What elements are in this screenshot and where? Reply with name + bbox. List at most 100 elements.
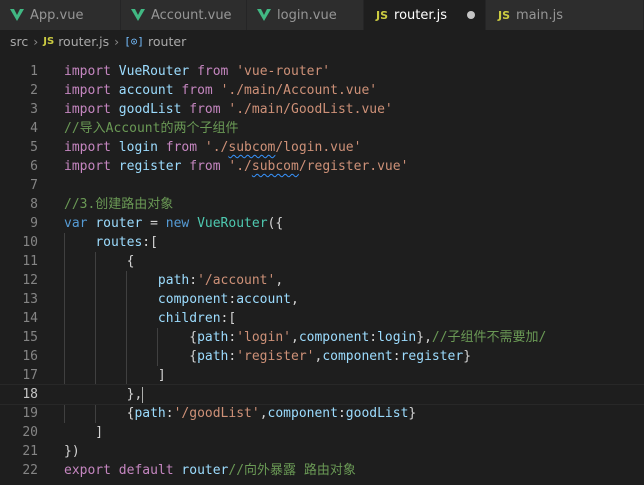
code-token: from	[197, 64, 229, 79]
code-line[interactable]: 8 //3.创建路由对象	[0, 195, 644, 214]
breadcrumb-folder[interactable]: src	[10, 34, 28, 49]
code-line[interactable]: 21})	[0, 442, 644, 461]
code-line[interactable]: 19 {path:'/goodList',component:goodList}	[0, 404, 644, 423]
line-number: 5	[30, 140, 38, 155]
code-line[interactable]: 22 export default router//向外暴露 路由对象	[0, 461, 644, 480]
code-token: path	[134, 406, 166, 421]
code-token: :	[165, 406, 174, 421]
tab-account-vue[interactable]: Account.vue	[121, 0, 247, 30]
tab-label: App.vue	[30, 7, 84, 23]
line-number: 12	[22, 273, 38, 288]
code-line[interactable]: 17 ]	[0, 366, 644, 385]
code-line[interactable]: 13 component:account,	[0, 290, 644, 309]
code-token: subcom	[228, 140, 276, 155]
code-token: path	[197, 330, 229, 345]
code-token: /login.vue'	[275, 140, 362, 155]
tab-login-vue[interactable]: login.vue	[247, 0, 364, 30]
code-text: //导入Account的两个子组件	[64, 119, 238, 138]
code-line[interactable]: 14 children:[	[0, 309, 644, 328]
code-line[interactable]: 3 import goodList from './main/GoodList.v…	[0, 100, 644, 119]
code-line[interactable]: 2 import account from './main/Account.vue…	[0, 81, 644, 100]
tab-label: main.js	[516, 7, 564, 23]
code-token: ({	[267, 216, 284, 231]
code-token: path	[157, 273, 190, 288]
line-number: 20	[22, 425, 38, 440]
code-line[interactable]: 20 ]	[0, 423, 644, 442]
tab-router-js[interactable]: JS router.js	[364, 0, 486, 30]
code-token: import	[64, 102, 111, 117]
code-text: },	[64, 385, 144, 404]
line-number: 6	[30, 159, 38, 174]
code-line[interactable]: 11 {	[0, 252, 644, 271]
code-token: ,	[259, 406, 268, 421]
code-text: //3.创建路由对象	[64, 195, 173, 214]
code-line[interactable]: 12 path:'/account',	[0, 271, 644, 290]
code-line[interactable]: 7	[0, 176, 644, 195]
code-text: routes:[	[64, 233, 158, 252]
code-editor[interactable]: 1 import VueRouter from 'vue-router' 2 impo…	[0, 52, 644, 485]
code-token: account	[118, 83, 174, 98]
code-line[interactable]: 5 import login from './subcom/login.vue'	[0, 138, 644, 157]
line-number: 14	[22, 311, 38, 326]
breadcrumb-symbol[interactable]: router	[148, 34, 186, 49]
line-number: 10	[22, 235, 38, 250]
code-text: {	[64, 252, 135, 271]
code-line[interactable]: 18 },	[0, 384, 644, 405]
line-number: 18	[22, 387, 38, 402]
tab-main-js[interactable]: JS main.js	[486, 0, 644, 30]
code-token: //导入Account的两个子组件	[64, 121, 239, 136]
code-token: import	[64, 83, 111, 98]
tab-app-vue[interactable]: App.vue	[0, 0, 121, 30]
code-token: component	[267, 406, 338, 421]
tab-label: Account.vue	[151, 7, 232, 23]
tab-label: router.js	[394, 7, 448, 23]
code-line[interactable]: 15 {path:'login',component:login},//子组件不…	[0, 328, 644, 347]
code-token: {	[64, 254, 135, 269]
code-token: VueRouter	[197, 216, 268, 231]
code-line[interactable]: 10 routes:[	[0, 233, 644, 252]
line-number: 3	[30, 102, 38, 117]
code-token: from	[165, 140, 198, 155]
line-number: 1	[30, 64, 38, 79]
code-token: default	[118, 463, 174, 478]
breadcrumb-file[interactable]: router.js	[58, 34, 109, 49]
code-token: }	[408, 406, 417, 421]
code-token: }	[463, 349, 472, 364]
code-text: import account from './main/Account.vue'	[64, 81, 377, 100]
code-line[interactable]: 9 var router = new VueRouter({	[0, 214, 644, 233]
code-text: })	[64, 442, 80, 461]
line-number: 4	[30, 121, 38, 136]
vue-file-icon	[10, 9, 24, 21]
code-token: 'login'	[236, 330, 291, 345]
line-number: 13	[22, 292, 38, 307]
code-text: import register from './subcom/register.…	[64, 157, 408, 176]
code-line[interactable]: 4 //导入Account的两个子组件	[0, 119, 644, 138]
code-token: ,	[291, 292, 299, 307]
code-token: from	[181, 83, 213, 98]
code-token: routes	[95, 235, 143, 250]
code-token: from	[189, 159, 221, 174]
code-token: export	[64, 463, 111, 478]
code-token: {	[64, 349, 198, 364]
tab-label: login.vue	[277, 7, 337, 23]
code-token: router	[181, 463, 229, 478]
code-line[interactable]: 1 import VueRouter from 'vue-router'	[0, 62, 644, 81]
code-token: component	[298, 330, 370, 345]
code-line[interactable]: 16 {path:'register',component:register}	[0, 347, 644, 366]
code-token: register	[400, 349, 464, 364]
code-token: './	[228, 159, 252, 174]
code-line[interactable]: 6 import register from './subcom/register…	[0, 157, 644, 176]
code-text: children:[	[64, 309, 236, 328]
chevron-right-icon: ›	[33, 33, 39, 49]
unsaved-changes-dot-icon[interactable]	[467, 11, 475, 19]
vue-file-icon	[131, 9, 145, 21]
code-token: account	[236, 292, 291, 307]
